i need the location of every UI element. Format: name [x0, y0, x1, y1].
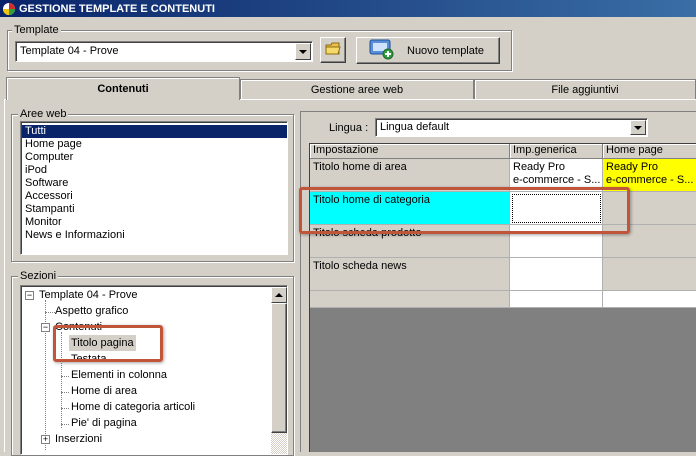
- sezioni-tree[interactable]: − Template 04 - Prove Aspetto grafico − …: [20, 285, 288, 455]
- tree-expander-template[interactable]: −: [25, 291, 34, 300]
- window-title-bar: GESTIONE TEMPLATE E CONTENUTI: [0, 0, 696, 17]
- template-select-dropdown-button[interactable]: [295, 43, 311, 60]
- tree-item-home-di-area[interactable]: Home di area: [71, 383, 137, 399]
- grid-footer-cell: [603, 291, 696, 308]
- list-item[interactable]: iPod: [22, 164, 287, 177]
- list-item[interactable]: News e Informazioni: [22, 229, 287, 242]
- new-template-label: Nuovo template: [407, 44, 485, 57]
- template-group-label: Template: [12, 24, 61, 36]
- tree-expander-inserzioni[interactable]: +: [41, 435, 50, 444]
- header-imp-generica[interactable]: Imp.generica: [510, 144, 603, 159]
- tab-file-aggiuntivi[interactable]: File aggiuntivi: [474, 79, 696, 100]
- new-template-button[interactable]: Nuovo template: [356, 37, 500, 64]
- list-item[interactable]: Tutti: [22, 125, 287, 138]
- sezioni-label: Sezioni: [18, 270, 59, 282]
- tree-item-inserzioni[interactable]: Inserzioni: [55, 431, 102, 447]
- scroll-up-button[interactable]: [271, 287, 287, 303]
- cell-generic-value[interactable]: [510, 258, 603, 291]
- cell-home-value[interactable]: [603, 258, 696, 291]
- tab-gestione-aree-web[interactable]: Gestione aree web: [240, 79, 474, 100]
- highlight-box-titolo-home-di-categoria: [299, 187, 630, 234]
- list-item[interactable]: Accessori: [22, 190, 287, 203]
- app-logo-icon: [2, 2, 16, 16]
- tree-item-template-04[interactable]: Template 04 - Prove: [39, 287, 137, 303]
- tree-item-home-di-categoria[interactable]: Home di categoria articoli: [71, 399, 195, 415]
- list-item[interactable]: Software: [22, 177, 287, 190]
- highlight-box-titolo-pagina: [53, 325, 163, 362]
- lingua-dropdown-button[interactable]: [630, 120, 646, 135]
- list-item[interactable]: Computer: [22, 151, 287, 164]
- list-item[interactable]: Stampanti: [22, 203, 287, 216]
- scroll-thumb[interactable]: [271, 303, 287, 433]
- tab-contenuti[interactable]: Contenuti: [6, 77, 240, 100]
- tree-item-pie-di-pagina[interactable]: Pie' di pagina: [71, 415, 137, 431]
- lingua-select[interactable]: Lingua default: [375, 118, 648, 137]
- aree-web-label: Aree web: [18, 108, 69, 120]
- header-impostazione[interactable]: Impostazione: [310, 144, 510, 159]
- new-template-icon: [369, 38, 395, 63]
- window-title: GESTIONE TEMPLATE E CONTENUTI: [19, 2, 215, 15]
- tree-item-aspetto-grafico[interactable]: Aspetto grafico: [55, 303, 128, 319]
- grid-footer-cell: [510, 291, 603, 308]
- tree-item-elementi-in-colonna[interactable]: Elementi in colonna: [71, 367, 167, 383]
- grid-footer-cell: [310, 291, 510, 308]
- folder-icon: [325, 42, 341, 59]
- lingua-label: Lingua :: [329, 122, 369, 134]
- tree-scrollbar[interactable]: [271, 287, 287, 454]
- list-item[interactable]: Home page: [22, 138, 287, 151]
- template-select[interactable]: Template 04 - Prove: [15, 41, 313, 62]
- cell-setting-name[interactable]: Titolo scheda news: [310, 258, 510, 291]
- list-item[interactable]: Monitor: [22, 216, 287, 229]
- aree-web-list[interactable]: Tutti Home page Computer iPod Software A…: [20, 121, 288, 255]
- header-home-page[interactable]: Home page: [603, 144, 696, 159]
- tree-expander-contenuti[interactable]: −: [41, 323, 50, 332]
- open-folder-button[interactable]: [320, 37, 346, 63]
